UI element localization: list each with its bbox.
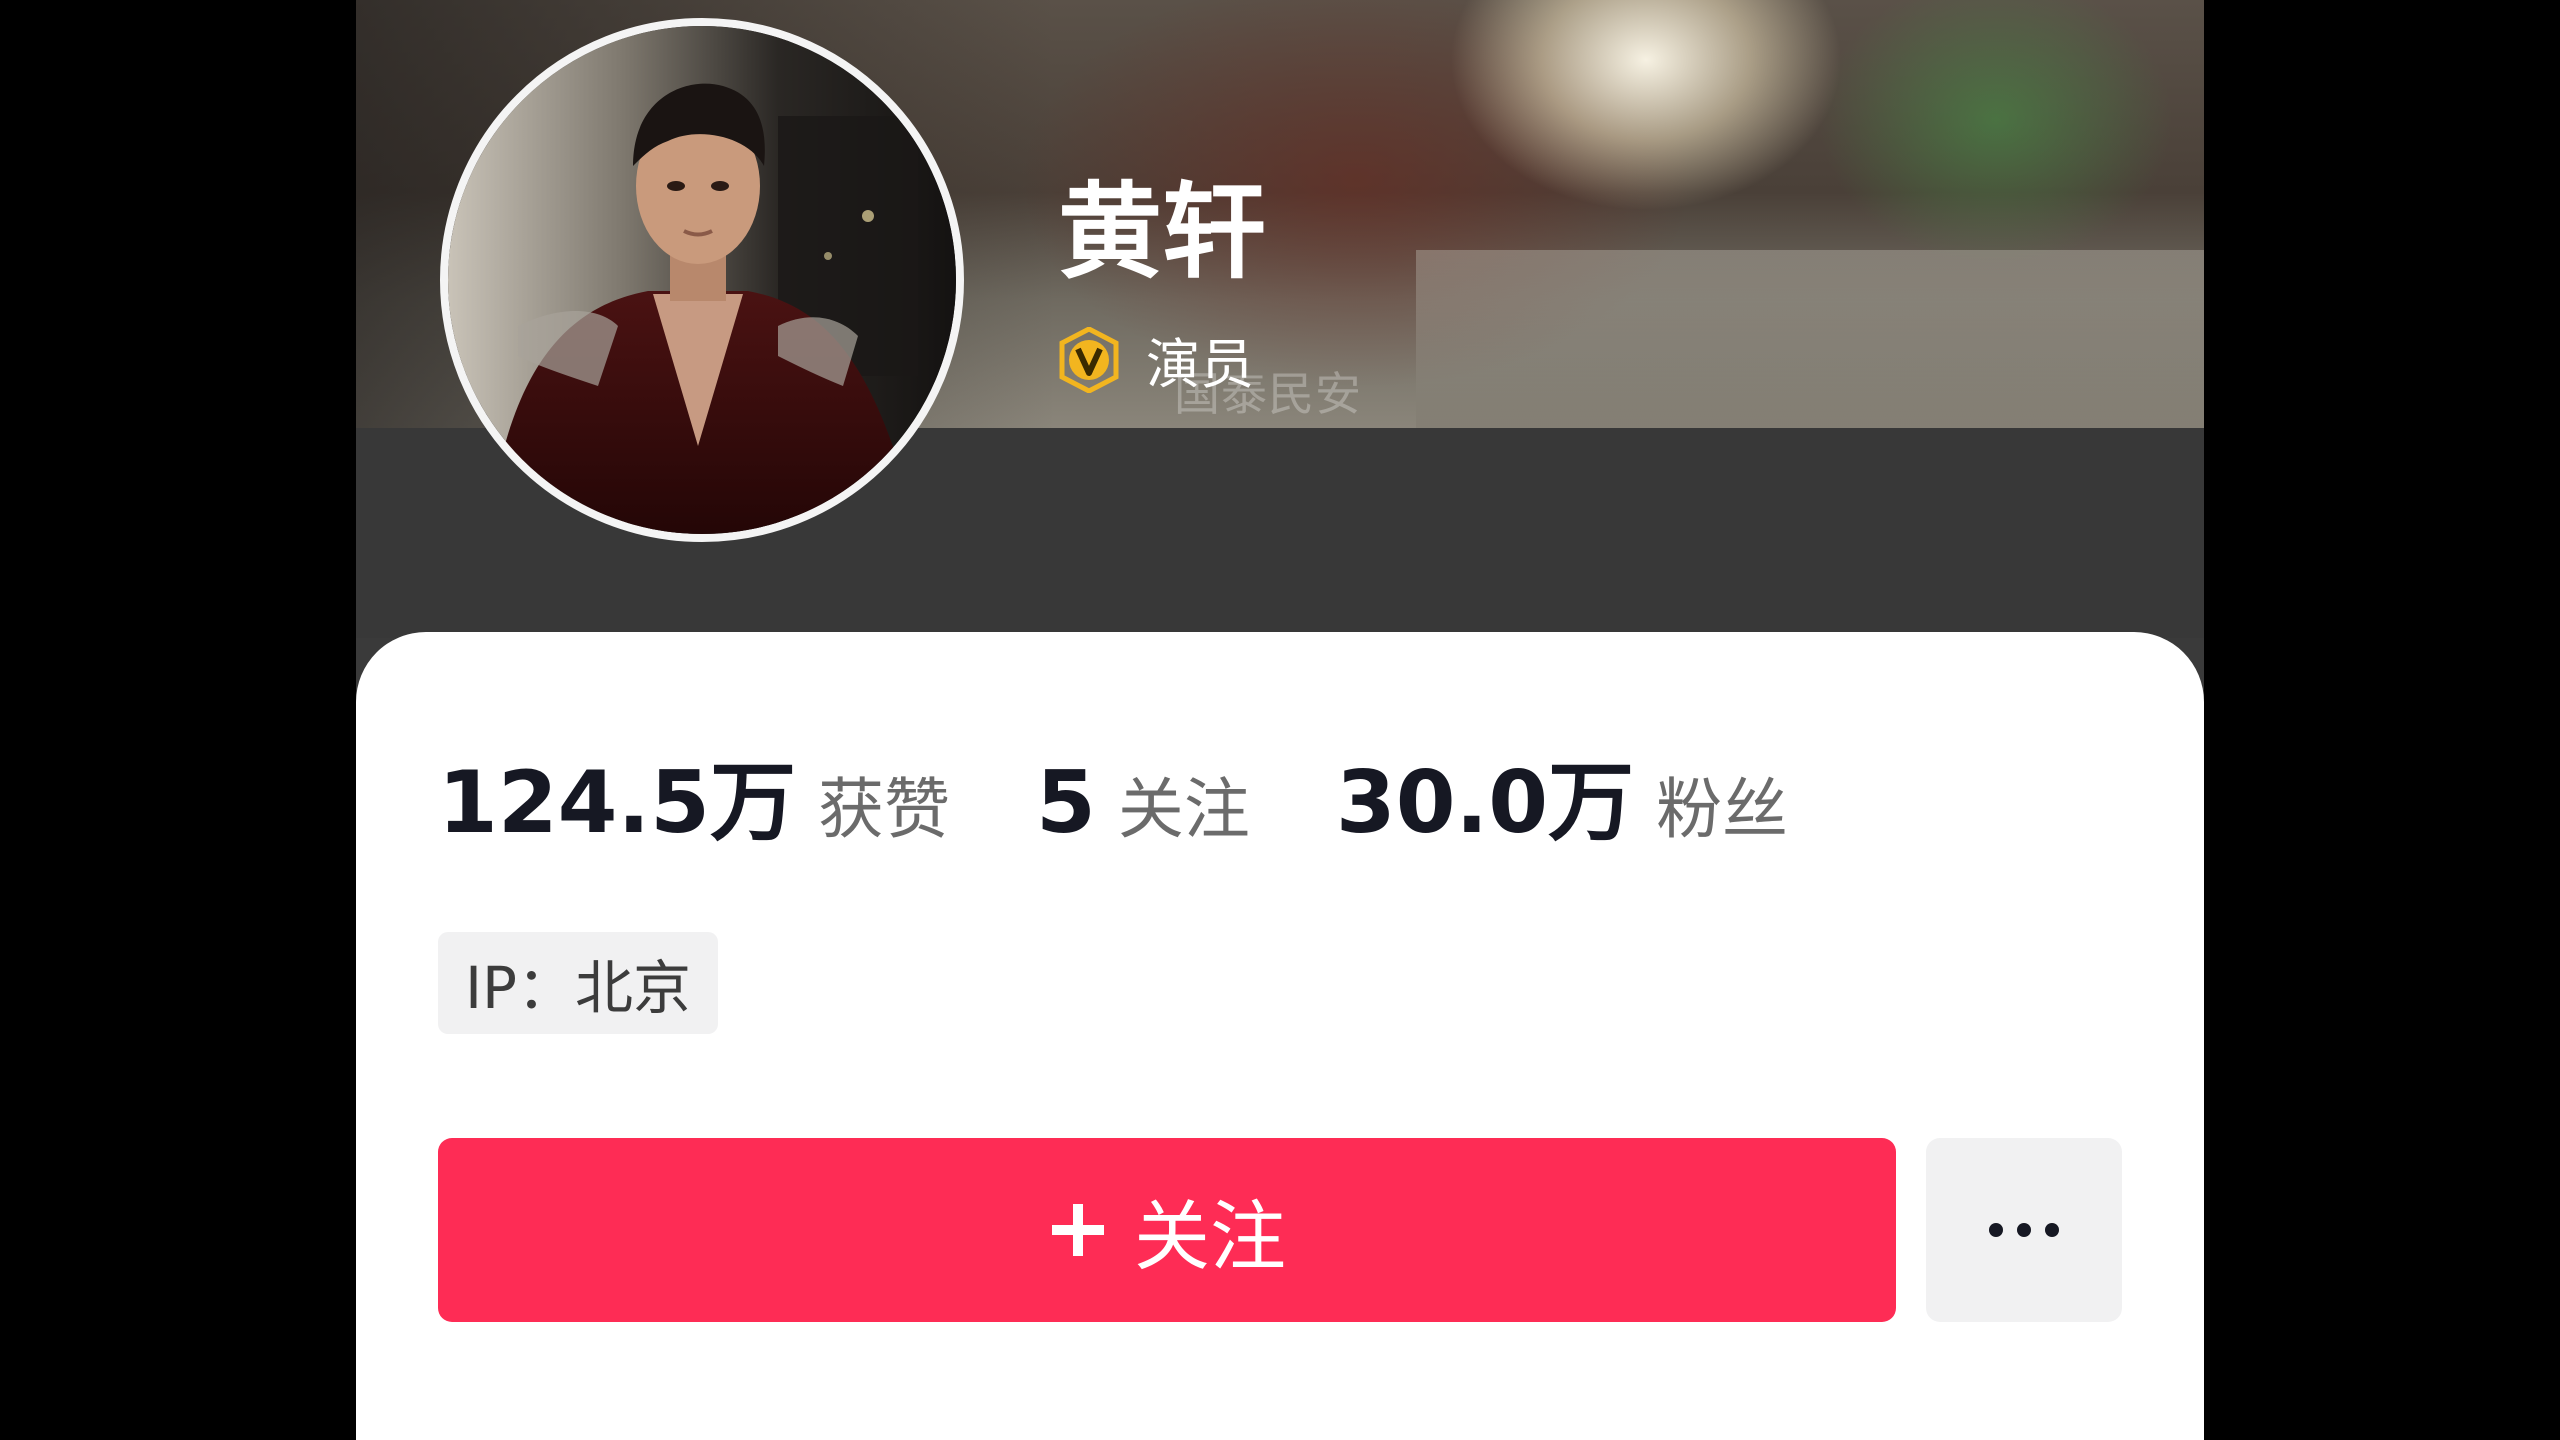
follow-button[interactable]: 关注	[438, 1138, 1896, 1322]
ellipsis-icon	[1989, 1223, 2059, 1237]
plus-icon	[1052, 1204, 1104, 1256]
stat-likes[interactable]: 124.5万 获赞	[438, 732, 950, 857]
stat-following-value: 5	[1036, 753, 1096, 853]
verification-row: 演员	[1056, 320, 1254, 399]
stat-followers[interactable]: 30.0万 粉丝	[1336, 732, 1788, 857]
stat-followers-value: 30.0万	[1335, 753, 1635, 853]
username: 黄轩	[1058, 171, 1267, 293]
follow-button-label: 关注	[1134, 1192, 1286, 1281]
ip-location-tag: IP：北京	[438, 932, 718, 1034]
stat-likes-label: 获赞	[818, 771, 951, 848]
stat-following[interactable]: 5 关注	[1036, 753, 1250, 853]
profile-screen: 国泰民安 黄轩 演员 124.5万 获赞 5 关注 30.0万 粉丝 IP：北京…	[356, 0, 2204, 1440]
profile-info-card: 124.5万 获赞 5 关注 30.0万 粉丝 IP：北京 关注	[356, 632, 2204, 1440]
verification-label: 演员	[1146, 333, 1254, 396]
stat-following-label: 关注	[1117, 771, 1250, 848]
stats-row: 124.5万 获赞 5 关注 30.0万 粉丝	[438, 732, 1788, 857]
banner-floor	[1416, 250, 2204, 428]
verified-v-icon	[1059, 326, 1119, 393]
avatar[interactable]	[440, 18, 964, 542]
stat-followers-label: 粉丝	[1656, 771, 1789, 848]
more-options-button[interactable]	[1926, 1138, 2122, 1322]
avatar-portrait-image	[448, 26, 956, 534]
stat-likes-value: 124.5万	[438, 753, 797, 853]
